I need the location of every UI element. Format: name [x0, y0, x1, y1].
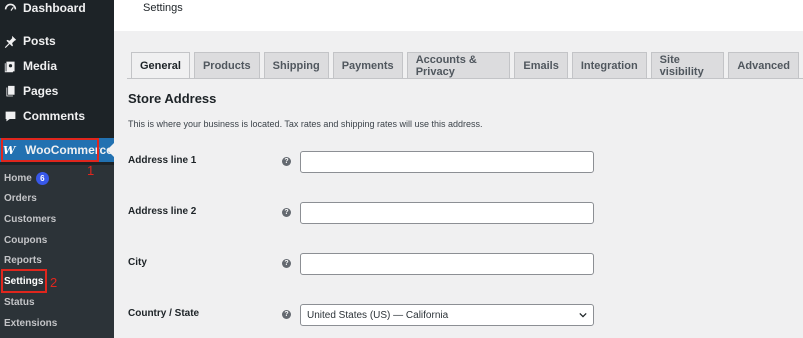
address-line-2-label: Address line 2	[128, 206, 197, 217]
tab-emails[interactable]: Emails	[514, 52, 568, 78]
submenu-item-customers[interactable]: Customers	[4, 214, 56, 225]
address-line-1-label: Address line 1	[128, 155, 197, 166]
address-line-2-input[interactable]	[300, 202, 594, 224]
address-line-1-input[interactable]	[300, 151, 594, 173]
settings-tabs: General Products Shipping Payments Accou…	[131, 52, 803, 79]
menu-label: Posts	[23, 34, 56, 48]
submenu-item-orders[interactable]: Orders	[4, 193, 37, 204]
tab-general[interactable]: General	[131, 52, 190, 79]
help-icon[interactable]: ?	[282, 208, 291, 217]
menu-pages[interactable]: Pages	[0, 79, 114, 103]
submenu-item-status[interactable]: Status	[4, 297, 35, 308]
submenu-item-extensions[interactable]: Extensions	[4, 318, 57, 329]
menu-label: Comments	[23, 109, 86, 123]
comments-icon	[3, 109, 17, 123]
chevron-down-icon	[579, 312, 587, 318]
page-title: Settings	[143, 2, 183, 14]
tab-products[interactable]: Products	[193, 52, 260, 78]
notification-badge: 6	[35, 172, 49, 185]
city-input[interactable]	[300, 253, 594, 275]
country-state-select[interactable]: United States (US) — California	[300, 304, 594, 326]
tab-integration[interactable]: Integration	[571, 52, 647, 78]
submenu-item-reports[interactable]: Reports	[4, 255, 42, 266]
woocommerce-submenu: Home 6 Orders Customers Coupons Reports S…	[0, 165, 114, 338]
menu-media[interactable]: Media	[0, 54, 114, 78]
current-menu-arrow	[107, 143, 114, 157]
tabs-divider	[127, 78, 803, 79]
annotation-number-1: 1	[87, 163, 95, 178]
menu-dashboard[interactable]: Dashboard	[0, 0, 114, 20]
media-icon	[3, 59, 17, 73]
menu-posts[interactable]: Posts	[0, 29, 114, 53]
help-icon[interactable]: ?	[282, 259, 291, 268]
help-icon[interactable]: ?	[282, 310, 291, 319]
section-title: Store Address	[128, 91, 217, 106]
tab-payments[interactable]: Payments	[332, 52, 403, 78]
pages-icon	[3, 84, 17, 98]
menu-label: Media	[23, 59, 58, 73]
city-label: City	[128, 257, 147, 268]
pin-icon	[3, 34, 17, 48]
annotation-number-2: 2	[50, 275, 58, 290]
tab-shipping[interactable]: Shipping	[263, 52, 329, 78]
submenu-item-coupons[interactable]: Coupons	[4, 235, 47, 246]
menu-comments[interactable]: Comments	[0, 104, 114, 128]
selected-country: United States (US) — California	[307, 309, 449, 321]
tab-accounts-privacy[interactable]: Accounts & Privacy	[406, 52, 511, 78]
annotation-box-woocommerce	[1, 138, 99, 162]
page-header: Settings	[114, 0, 803, 31]
menu-label: Dashboard	[23, 1, 86, 15]
submenu-item-home[interactable]: Home 6	[4, 172, 49, 185]
dashboard-icon	[3, 1, 17, 15]
tab-advanced[interactable]: Advanced	[728, 52, 799, 78]
country-state-label: Country / State	[128, 308, 200, 319]
help-icon[interactable]: ?	[282, 157, 291, 166]
section-description: This is where your business is located. …	[128, 119, 483, 129]
tab-site-visibility[interactable]: Site visibility	[650, 52, 725, 78]
menu-label: Pages	[23, 84, 59, 98]
annotation-box-settings	[1, 269, 47, 293]
